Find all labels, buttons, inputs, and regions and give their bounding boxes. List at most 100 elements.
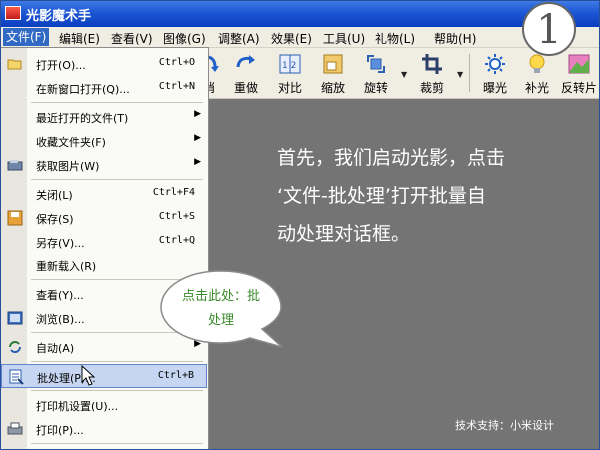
window-title: 光影魔术手	[26, 9, 92, 24]
app-logo-icon	[5, 6, 21, 20]
redo-label: 重做	[233, 81, 258, 95]
menu-bar: 文件(F) 编辑(E) 查看(V) 图像(G) 调整(A) 效果(E) 工具(U…	[1, 27, 599, 48]
credit-text: 技术支持：小米设计	[455, 419, 554, 432]
refresh-icon	[9, 341, 21, 353]
menu-item-open-new-window-label: 在新窗口打开(Q)...	[36, 83, 130, 96]
menu-separator	[31, 443, 203, 444]
fill-light-label: 补光	[524, 81, 549, 95]
callout-bubble: 点击此处：批 处理	[160, 270, 283, 348]
svg-text:1 2: 1 2	[282, 61, 296, 71]
submenu-arrow-icon: ▶	[194, 109, 201, 119]
light-bulb-icon	[529, 54, 545, 73]
scanner-icon	[7, 160, 23, 171]
redo-icon	[236, 55, 255, 68]
toolbar-separator	[469, 54, 470, 92]
menu-separator	[31, 102, 203, 103]
menu-item-open-shortcut: Ctrl+O	[158, 57, 195, 68]
menu-view[interactable]: 查看(V)	[111, 30, 153, 47]
mouse-pointer-icon	[81, 365, 95, 386]
menu-item-acquire-image[interactable]: 获取图片(W) ▶	[1, 153, 207, 177]
menu-item-save-as-label: 另存(V)...	[36, 237, 85, 250]
menu-item-browse-label: 浏览(B)...	[36, 313, 85, 326]
save-floppy-icon	[7, 210, 23, 226]
menu-item-save-label: 保存(S)	[36, 213, 74, 226]
compare-label: 对比	[277, 81, 302, 95]
folder-open-icon	[7, 59, 22, 70]
menu-gifts[interactable]: 礼物(L)	[375, 30, 415, 47]
submenu-arrow-icon: ▶	[194, 157, 201, 167]
rotate-icon	[367, 55, 385, 73]
menu-separator	[31, 179, 203, 180]
compare-icon: 1 2	[279, 54, 301, 74]
menu-item-open-new-window[interactable]: 在新窗口打开(Q)... Ctrl+N	[1, 76, 207, 100]
menu-file[interactable]: 文件(F)	[3, 28, 50, 46]
menu-item-printer-setup[interactable]: 打印机设置(U)...	[1, 393, 207, 417]
rotate-button[interactable]: 旋转	[356, 50, 396, 96]
menu-item-reload-label: 重新载入(R)	[36, 260, 97, 273]
menu-item-recent-files[interactable]: 最近打开的文件(T) ▶	[1, 105, 207, 129]
app-window: 光影魔术手 文件(F) 编辑(E) 查看(V) 图像(G) 调整(A) 效果(E…	[0, 0, 600, 450]
menu-item-auto-label: 自动(A)	[36, 342, 75, 355]
browse-icon	[7, 311, 23, 325]
compare-button[interactable]: 1 2 对比	[270, 50, 310, 96]
instruction-line-1: 首先，我们启动光影，点击	[277, 147, 506, 169]
menu-item-view-label: 查看(Y)...	[36, 289, 84, 302]
menu-item-open-label: 打开(O)...	[36, 59, 86, 72]
rotate-dropdown-arrow-icon[interactable]: ▼	[401, 70, 407, 79]
exposure-label: 曝光	[482, 81, 507, 95]
rotate-label: 旋转	[363, 81, 388, 95]
menu-item-close[interactable]: 关闭(L) Ctrl+F4	[1, 182, 207, 206]
instruction-line-3: 动处理对话框。	[277, 223, 411, 245]
file-menu-dropdown: 打开(O)... Ctrl+O 在新窗口打开(Q)... Ctrl+N 最近打开…	[1, 47, 209, 449]
menu-item-save-as-shortcut: Ctrl+Q	[158, 235, 195, 246]
menu-item-save-as[interactable]: 另存(V)... Ctrl+Q	[1, 230, 207, 254]
menu-item-close-label: 关闭(L)	[36, 189, 73, 202]
step-number-badge: 1	[522, 2, 576, 56]
crop-button[interactable]: 裁剪	[412, 50, 452, 96]
menu-item-open[interactable]: 打开(O)... Ctrl+O	[1, 52, 207, 76]
menu-adjust[interactable]: 调整(A)	[218, 30, 260, 47]
zoom-button[interactable]: 缩放	[313, 50, 353, 96]
submenu-arrow-icon: ▶	[194, 133, 201, 143]
menu-item-recent-files-label: 最近打开的文件(T)	[36, 112, 129, 125]
crop-label: 裁剪	[419, 81, 444, 95]
callout-line-2: 处理	[208, 313, 234, 328]
instruction-line-2: ‘文件-批处理’打开批量自	[277, 185, 486, 207]
fill-light-button[interactable]: 补光	[517, 50, 557, 96]
menu-effects[interactable]: 效果(E)	[271, 30, 312, 47]
zoom-icon	[323, 54, 343, 74]
crop-dropdown-arrow-icon[interactable]: ▼	[457, 70, 463, 79]
reversal-film-icon	[568, 54, 590, 74]
reversal-film-button[interactable]: 反转片	[559, 50, 599, 96]
callout-line-1: 点击此处：批	[182, 289, 260, 304]
menu-item-print-label: 打印(P)...	[36, 424, 84, 437]
menu-item-batch-process[interactable]: 批处理(P)... Ctrl+B	[1, 364, 207, 388]
menu-item-favorites-label: 收藏文件夹(F)	[36, 136, 106, 149]
menu-edit[interactable]: 编辑(E)	[59, 30, 100, 47]
menu-item-print[interactable]: 打印(P)...	[1, 417, 207, 441]
crop-icon	[422, 54, 442, 74]
batch-process-icon	[9, 369, 24, 385]
exposure-icon	[485, 54, 505, 74]
reversal-film-label: 反转片	[560, 81, 597, 95]
menu-item-printer-setup-label: 打印机设置(U)...	[36, 400, 119, 413]
exposure-button[interactable]: 曝光	[475, 50, 515, 96]
menu-image[interactable]: 图像(G)	[163, 30, 206, 47]
menu-separator	[31, 361, 203, 362]
redo-button[interactable]: 重做	[226, 50, 266, 96]
zoom-label: 缩放	[320, 81, 345, 95]
menu-item-open-new-window-shortcut: Ctrl+N	[158, 81, 195, 92]
menu-item-save[interactable]: 保存(S) Ctrl+S	[1, 206, 207, 230]
printer-icon	[7, 422, 23, 435]
instruction-text: 首先，我们启动光影，点击 ‘文件-批处理’打开批量自 动处理对话框。	[277, 139, 587, 253]
menu-item-batch-process-shortcut: Ctrl+B	[157, 370, 194, 381]
menu-item-acquire-image-label: 获取图片(W)	[36, 160, 100, 173]
menu-item-save-shortcut: Ctrl+S	[158, 211, 195, 222]
menu-separator	[31, 390, 203, 391]
menu-tools[interactable]: 工具(U)	[323, 30, 365, 47]
menu-item-close-shortcut: Ctrl+F4	[152, 187, 195, 198]
title-bar: 光影魔术手	[1, 1, 599, 27]
menu-item-exit[interactable]: 退出	[1, 445, 207, 449]
menu-help[interactable]: 帮助(H)	[434, 30, 476, 47]
menu-item-favorites[interactable]: 收藏文件夹(F) ▶	[1, 129, 207, 153]
